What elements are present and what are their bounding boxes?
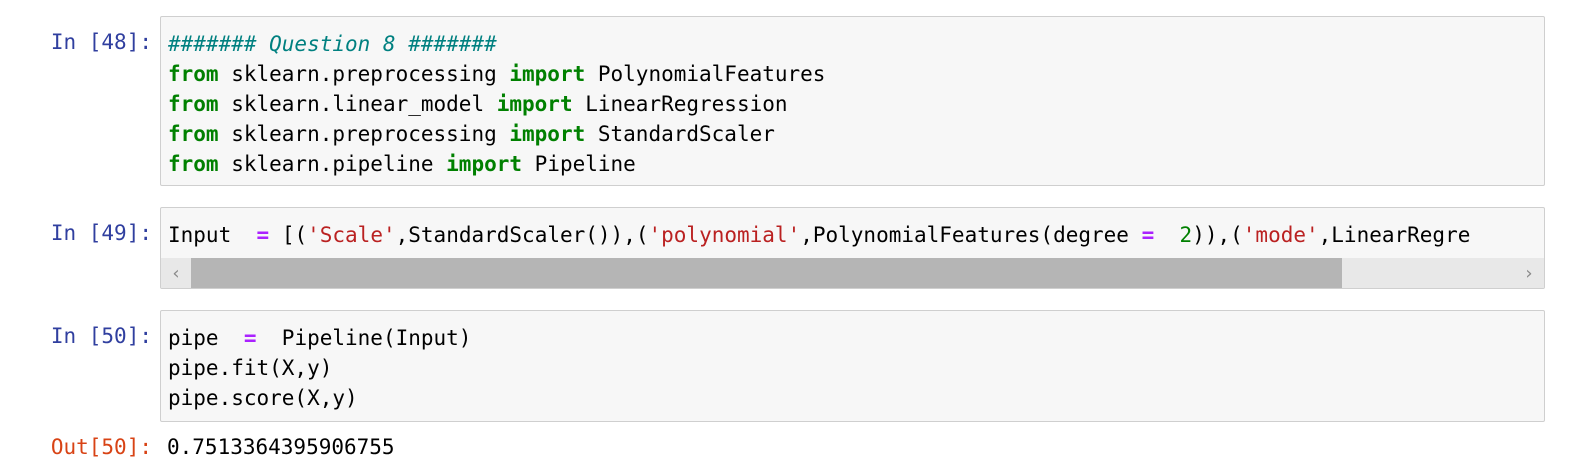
code-line: from sklearn.preprocessing import Standa…: [168, 119, 1544, 149]
code-keyword: from: [168, 122, 219, 146]
code-token: )),(: [1192, 223, 1243, 247]
code-line: from sklearn.preprocessing import Polyno…: [168, 59, 1544, 89]
code-token: sklearn.linear_model: [218, 92, 497, 116]
code-area[interactable]: pipe = Pipeline(Input) pipe.fit(X,y) pipe.…: [161, 311, 1544, 413]
code-token: PolynomialFeatures: [585, 62, 826, 86]
scroll-right-icon[interactable]: ›: [1514, 258, 1544, 288]
code-token: pipe.fit(X,y): [168, 356, 333, 380]
code-operator: =: [243, 326, 257, 350]
code-string: 'polynomial': [648, 223, 801, 247]
code-token: ,StandardScaler()),(: [395, 223, 649, 247]
code-area[interactable]: Input = [('Scale',StandardScaler()),('po…: [161, 208, 1544, 250]
code-token: ,PolynomialFeatures(degree: [800, 223, 1142, 247]
code-string: 'Scale': [307, 223, 396, 247]
code-operator: =: [1141, 223, 1155, 247]
code-number: 2: [1179, 223, 1193, 247]
code-keyword: import: [446, 152, 523, 176]
output-value: 0.7513364395906755: [167, 435, 395, 459]
code-token: pipe.score(X,y): [168, 386, 358, 410]
code-token: StandardScaler: [585, 122, 775, 146]
code-token: [(: [269, 223, 308, 247]
scrollbar-thumb[interactable]: [191, 258, 1342, 288]
output-prompt: Out[50]:: [50, 435, 152, 459]
code-keyword: import: [509, 122, 586, 146]
code-token: Input: [168, 223, 257, 247]
code-token: sklearn.pipeline: [218, 152, 447, 176]
cell-prompt: In [48]:: [50, 30, 152, 54]
code-keyword: import: [496, 92, 573, 116]
code-token: Pipeline: [522, 152, 636, 176]
code-editor[interactable]: pipe = Pipeline(Input) pipe.fit(X,y) pipe.…: [160, 310, 1545, 422]
cell-prompt: In [50]:: [50, 324, 152, 348]
code-line: pipe.fit(X,y): [168, 353, 1544, 383]
code-editor[interactable]: Input = [('Scale',StandardScaler()),('po…: [160, 207, 1545, 289]
code-comment: ####### Question 8 #######: [168, 32, 497, 56]
scroll-left-icon[interactable]: ‹: [161, 258, 191, 288]
code-token: pipe: [168, 326, 244, 350]
code-keyword: from: [168, 62, 219, 86]
code-operator: =: [256, 223, 270, 247]
code-token: ,LinearRegre: [1318, 223, 1471, 247]
code-line: Input = [('Scale',StandardScaler()),('po…: [168, 220, 1544, 250]
horizontal-scrollbar[interactable]: ‹ ›: [161, 258, 1544, 288]
code-line: from sklearn.linear_model import LinearR…: [168, 89, 1544, 119]
code-token: LinearRegression: [572, 92, 788, 116]
code-token: Pipeline(Input): [256, 326, 472, 350]
code-editor[interactable]: ####### Question 8 ####### from sklearn.p…: [160, 16, 1545, 186]
code-keyword: import: [509, 62, 586, 86]
code-line: from sklearn.pipeline import Pipeline: [168, 149, 1544, 179]
cell-prompt: In [49]:: [50, 221, 152, 245]
code-token: sklearn.preprocessing: [218, 122, 510, 146]
code-line: pipe.score(X,y): [168, 383, 1544, 413]
code-keyword: from: [168, 92, 219, 116]
code-string: 'mode': [1242, 223, 1319, 247]
code-line: pipe = Pipeline(Input): [168, 323, 1544, 353]
code-token: sklearn.preprocessing: [218, 62, 510, 86]
code-area[interactable]: ####### Question 8 ####### from sklearn.p…: [161, 17, 1544, 179]
code-keyword: from: [168, 152, 219, 176]
code-line: ####### Question 8 #######: [168, 29, 1544, 59]
